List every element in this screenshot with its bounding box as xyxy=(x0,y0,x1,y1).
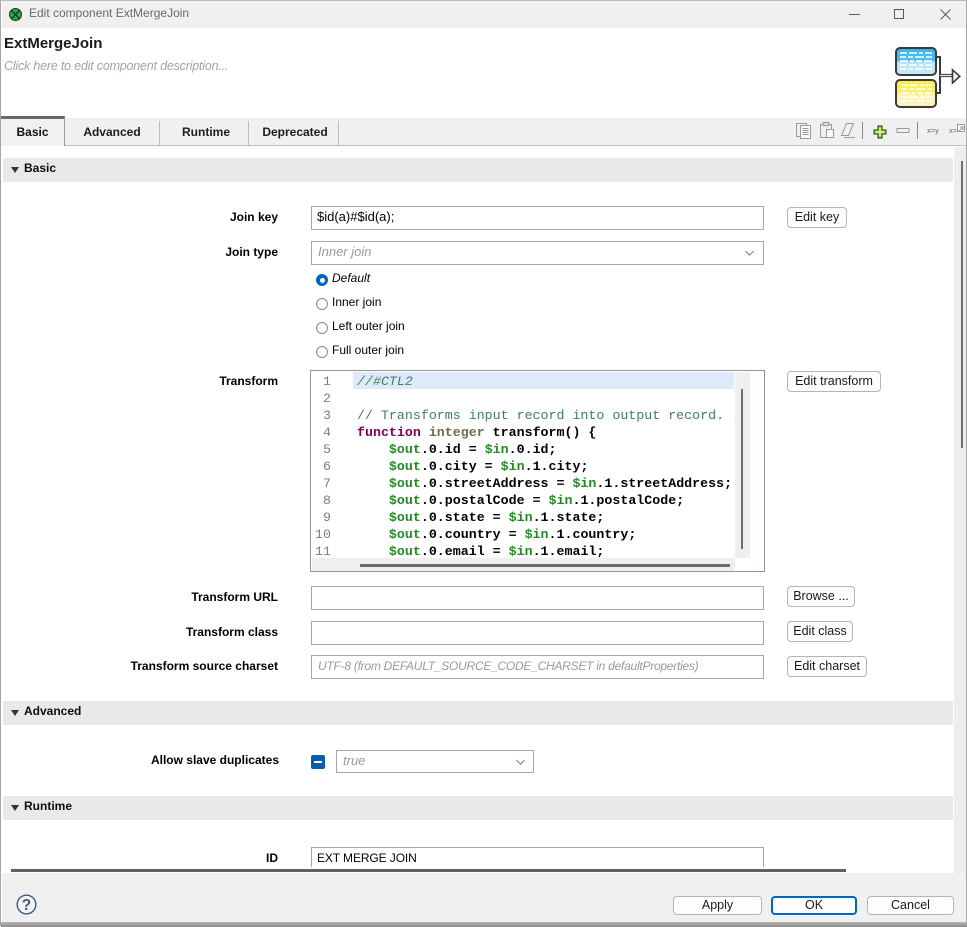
svg-text:x=: x= xyxy=(949,128,957,135)
svg-text:x=y: x=y xyxy=(927,128,939,135)
svg-text:?: ? xyxy=(22,897,31,914)
